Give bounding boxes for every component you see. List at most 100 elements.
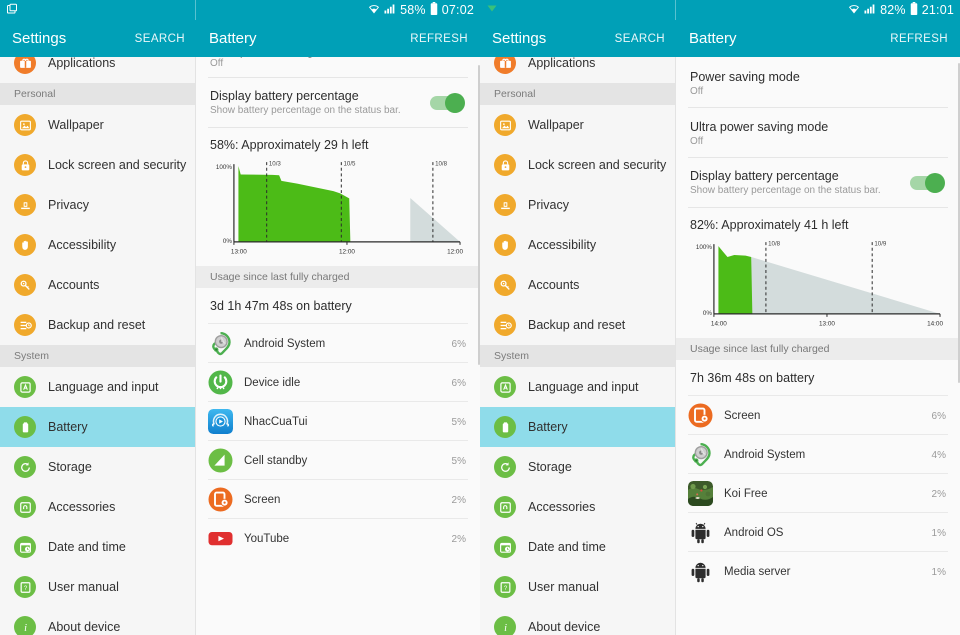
sidebar-item-user-manual[interactable]: ? User manual [480,567,675,607]
display-percentage-toggle[interactable] [910,172,945,193]
usage-row-nhaccuatui[interactable]: NhacCuaTui 5% [196,402,480,440]
svg-text:10/9: 10/9 [874,241,887,248]
display-percentage-toggle[interactable] [430,92,465,113]
sidebar-item-lock-screen-and-security[interactable]: Lock screen and security [480,145,675,185]
display-battery-percentage-row[interactable]: Display battery percentage Show battery … [196,78,480,127]
svg-text:i: i [504,623,507,634]
sidebar-item-battery[interactable]: Battery [0,407,195,447]
usage-row-media-server[interactable]: Media server 1% [676,552,960,590]
toggle-knob [925,172,945,193]
sidebar-item-accessories[interactable]: Accessories [480,487,675,527]
svg-text:13:00: 13:00 [231,248,247,255]
usage-row-cell-standby[interactable]: Cell standby 5% [196,441,480,479]
sidebar-item-date-and-time[interactable]: Date and time [480,527,675,567]
status-bar-divider [675,0,676,20]
wallpaper-icon [14,114,36,136]
power-saving-value: Off [690,86,704,97]
sidebar-item-label: Accessibility [48,238,117,252]
sidebar-item-about-device[interactable]: i About device [0,607,195,635]
usage-row-youtube[interactable]: YouTube 2% [196,519,480,557]
sidebar-item-label: User manual [528,580,599,594]
sidebar-item-user-manual[interactable]: ? User manual [0,567,195,607]
ultra-power-saving-value: Off [690,136,704,147]
sidebar-item-wallpaper[interactable]: Wallpaper [0,105,195,145]
user-manual-icon: ? [14,576,36,598]
battery-content-pane[interactable]: Ultra power saving mode Off Display batt… [195,57,480,635]
sidebar-item-language-and-input[interactable]: Language and input [0,367,195,407]
sidebar-item-lock-screen-and-security[interactable]: Lock screen and security [0,145,195,185]
sidebar-item-storage[interactable]: Storage [0,447,195,487]
screen-icon [208,487,233,512]
accessories-icon [14,496,36,518]
usage-app-percent: 2% [931,488,946,500]
settings-sidebar[interactable]: Applications Personal Wallpaper Lock scr… [0,57,195,635]
sidebar-item-accounts[interactable]: Accounts [0,265,195,305]
sidebar-item-label: Language and input [528,380,639,394]
refresh-button[interactable]: REFRESH [890,33,948,45]
sidebar-item-battery[interactable]: Battery [480,407,675,447]
screen-icon [688,403,713,428]
sidebar-item-accessibility[interactable]: Accessibility [0,225,195,265]
usage-row-koi-free[interactable]: Koi Free 2% [676,474,960,512]
sidebar-item-backup-and-reset[interactable]: Backup and reset [480,305,675,345]
sidebar-item-backup-and-reset[interactable]: Backup and reset [0,305,195,345]
svg-text:10/3: 10/3 [269,161,282,168]
language-input-icon [14,376,36,398]
status-bar-divider [195,0,196,20]
ultra-power-saving-mode-row[interactable]: Ultra power saving mode Off [676,108,960,157]
sidebar-item-privacy[interactable]: Privacy [480,185,675,225]
svg-text:13:00: 13:00 [819,320,835,327]
sidebar-item-privacy[interactable]: Privacy [0,185,195,225]
usage-row-android-system[interactable]: Android System 4% [676,435,960,473]
battery-percent-text: 82% [880,3,906,17]
sidebar-item-date-and-time[interactable]: Date and time [0,527,195,567]
wifi-icon [368,3,380,17]
usage-row-device-idle[interactable]: Device idle 6% [196,363,480,401]
youtube-icon [208,526,233,551]
svg-text:?: ? [23,585,27,591]
display-percentage-subtitle: Show battery percentage on the status ba… [690,185,881,196]
sidebar-item-accessories[interactable]: Accessories [0,487,195,527]
sidebar-item-storage[interactable]: Storage [480,447,675,487]
sidebar-item-label: Language and input [48,380,159,394]
sidebar-item-accessibility[interactable]: Accessibility [480,225,675,265]
info-icon: i [494,616,516,635]
app-bars: Settings SEARCH Battery REFRESH [0,20,480,57]
usage-app-name: NhacCuaTui [244,415,308,428]
sidebar-item-applications[interactable]: Applications [480,57,595,83]
usage-row-android-os[interactable]: Android OS 1% [676,513,960,551]
power-saving-mode-row[interactable]: Power saving mode Off [676,57,960,107]
privacy-icon [494,194,516,216]
settings-sidebar[interactable]: Applications Personal Wallpaper Lock scr… [480,57,675,635]
key-icon [14,274,36,296]
usage-row-screen[interactable]: Screen 2% [196,480,480,518]
date-time-icon [14,536,36,558]
ultra-power-saving-row-clipped[interactable]: Ultra power saving mode Off [196,57,480,77]
sidebar-item-wallpaper[interactable]: Wallpaper [480,105,675,145]
usage-app-percent: 6% [451,338,466,350]
battery-estimate-text: 58%: Approximately 29 h left [210,138,369,152]
search-button[interactable]: SEARCH [135,33,185,45]
display-percentage-title: Display battery percentage [210,89,359,103]
display-percentage-subtitle: Show battery percentage on the status ba… [210,105,401,116]
svg-text:12:00: 12:00 [339,248,355,255]
usage-row-android-system[interactable]: Android System 6% [196,324,480,362]
usage-app-name: Screen [244,493,281,506]
wallpaper-icon [494,114,516,136]
sidebar-item-accounts[interactable]: Accounts [480,265,675,305]
sidebar-item-language-and-input[interactable]: Language and input [480,367,675,407]
battery-icon [494,416,516,438]
sidebar-item-applications[interactable]: Applications [0,57,115,83]
sidebar-item-label: Backup and reset [528,318,626,332]
svg-text:0%: 0% [223,238,232,245]
display-battery-percentage-row[interactable]: Display battery percentage Show battery … [676,158,960,207]
media-server-icon [688,559,713,584]
refresh-button[interactable]: REFRESH [410,33,468,45]
search-button[interactable]: SEARCH [615,33,665,45]
sidebar-item-about-device[interactable]: i About device [480,607,675,635]
svg-text:14:00: 14:00 [927,320,943,327]
usage-app-name: YouTube [244,532,290,545]
info-icon: i [14,616,36,635]
battery-content-pane[interactable]: Power saving mode Off Ultra power saving… [675,57,960,635]
usage-row-screen[interactable]: Screen 6% [676,396,960,434]
